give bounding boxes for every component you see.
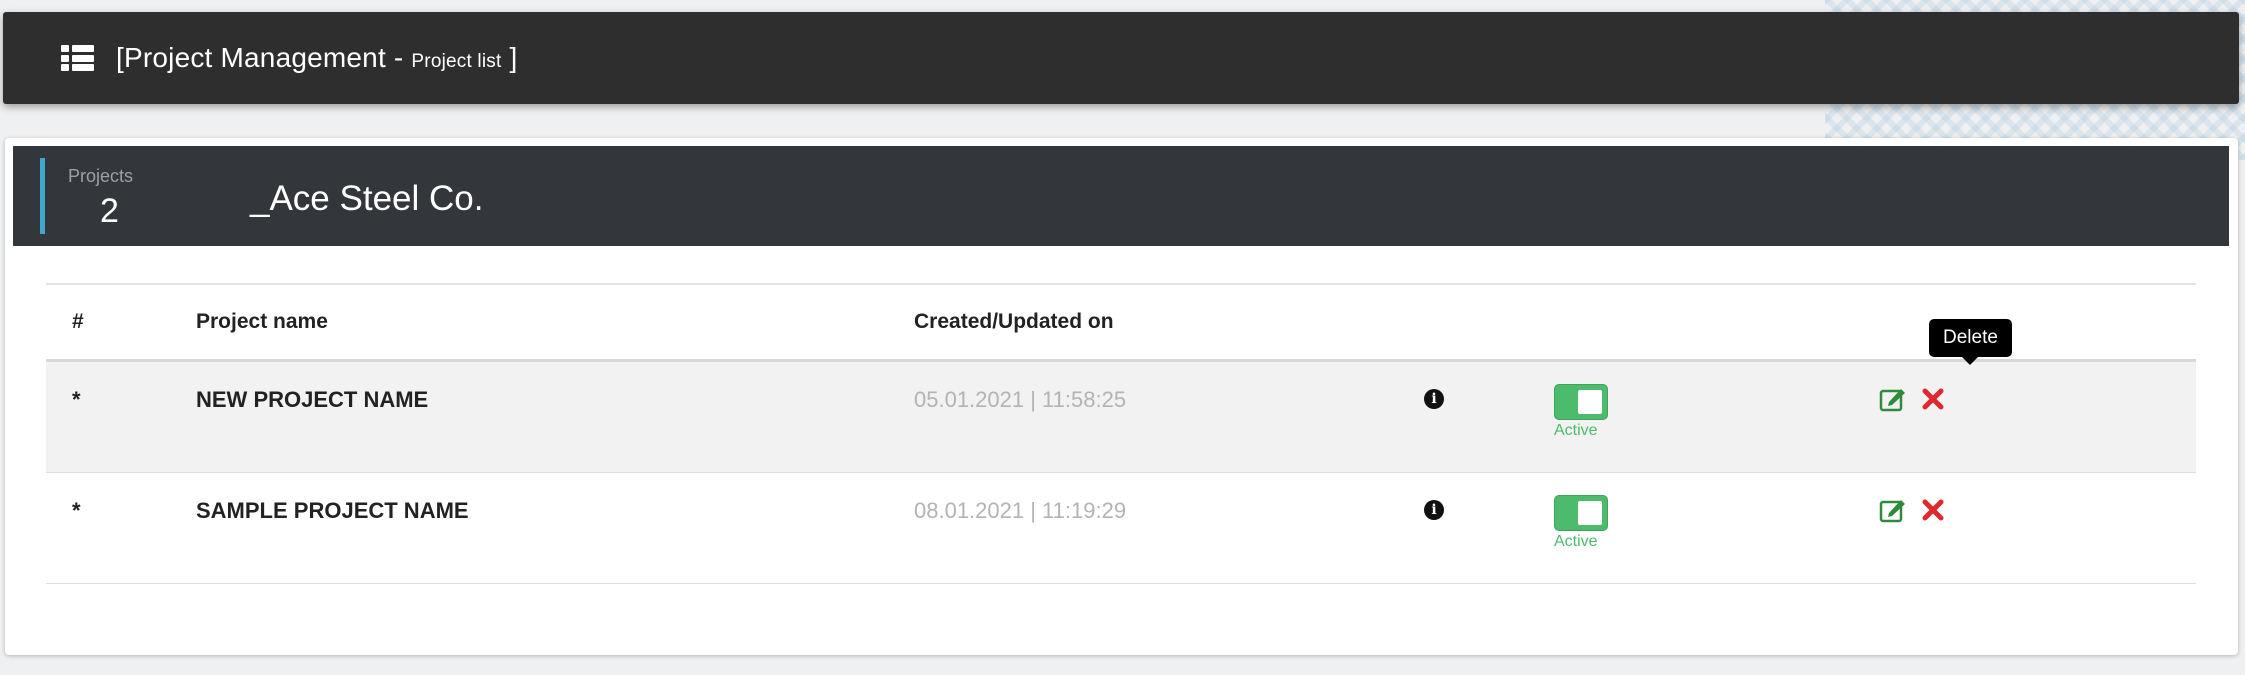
row-actions: Delete — [1879, 319, 2196, 413]
row-actions — [1879, 496, 2196, 524]
column-header-number: # — [46, 284, 196, 362]
delete-tooltip: Delete — [1929, 319, 2012, 365]
status-label: Active — [1554, 422, 1598, 439]
project-date: 08.01.2021 | 11:19:29 — [914, 498, 1127, 523]
info-icon[interactable]: i — [1424, 500, 1444, 520]
column-header-created: Created/Updated on — [914, 284, 1424, 362]
project-date: 05.01.2021 | 11:58:25 — [914, 387, 1127, 412]
project-name[interactable]: SAMPLE PROJECT NAME — [196, 498, 914, 524]
project-name[interactable]: NEW PROJECT NAME — [196, 387, 914, 413]
table-row: * SAMPLE PROJECT NAME 08.01.2021 | 11:19… — [46, 472, 2196, 584]
page-title-end: ] — [501, 42, 518, 73]
delete-icon[interactable] — [1919, 385, 1947, 413]
page-title-main: [Project Management - — [116, 42, 412, 73]
row-mark: * — [72, 498, 81, 523]
projects-count-label: Projects — [68, 166, 134, 186]
toggle-knob — [1578, 501, 1602, 525]
delete-icon[interactable] — [1919, 496, 1947, 524]
projects-count: 2 — [100, 192, 119, 230]
page-title: [Project Management - Project list ] — [116, 42, 517, 74]
column-header-actions — [1879, 284, 2196, 362]
column-header-project-name: Project name — [196, 284, 914, 362]
status-label: Active — [1554, 533, 1598, 550]
list-icon[interactable] — [61, 45, 94, 71]
column-header-status — [1554, 284, 1879, 362]
row-mark: * — [72, 387, 81, 412]
column-header-info — [1424, 284, 1554, 362]
toggle-knob — [1578, 390, 1602, 414]
panel-header: Projects 2 _Ace Steel Co. — [13, 146, 2229, 246]
table-row: * NEW PROJECT NAME 05.01.2021 | 11:58:25… — [46, 319, 2196, 473]
status-toggle[interactable] — [1554, 384, 1608, 420]
table-header-row: # Project name Created/Updated on — [46, 284, 2196, 362]
projects-table: # Project name Created/Updated on * NEW … — [46, 283, 2196, 584]
edit-icon[interactable] — [1879, 385, 1907, 413]
company-name: _Ace Steel Co. — [250, 179, 484, 218]
edit-icon[interactable] — [1879, 496, 1907, 524]
page-title-sub: Project list — [411, 51, 502, 72]
info-icon[interactable]: i — [1424, 389, 1444, 409]
accent-bar — [40, 158, 45, 234]
top-header: [Project Management - Project list ] — [3, 12, 2239, 104]
status-toggle[interactable] — [1554, 495, 1608, 531]
projects-panel: Projects 2 _Ace Steel Co. # Project name… — [5, 138, 2238, 655]
